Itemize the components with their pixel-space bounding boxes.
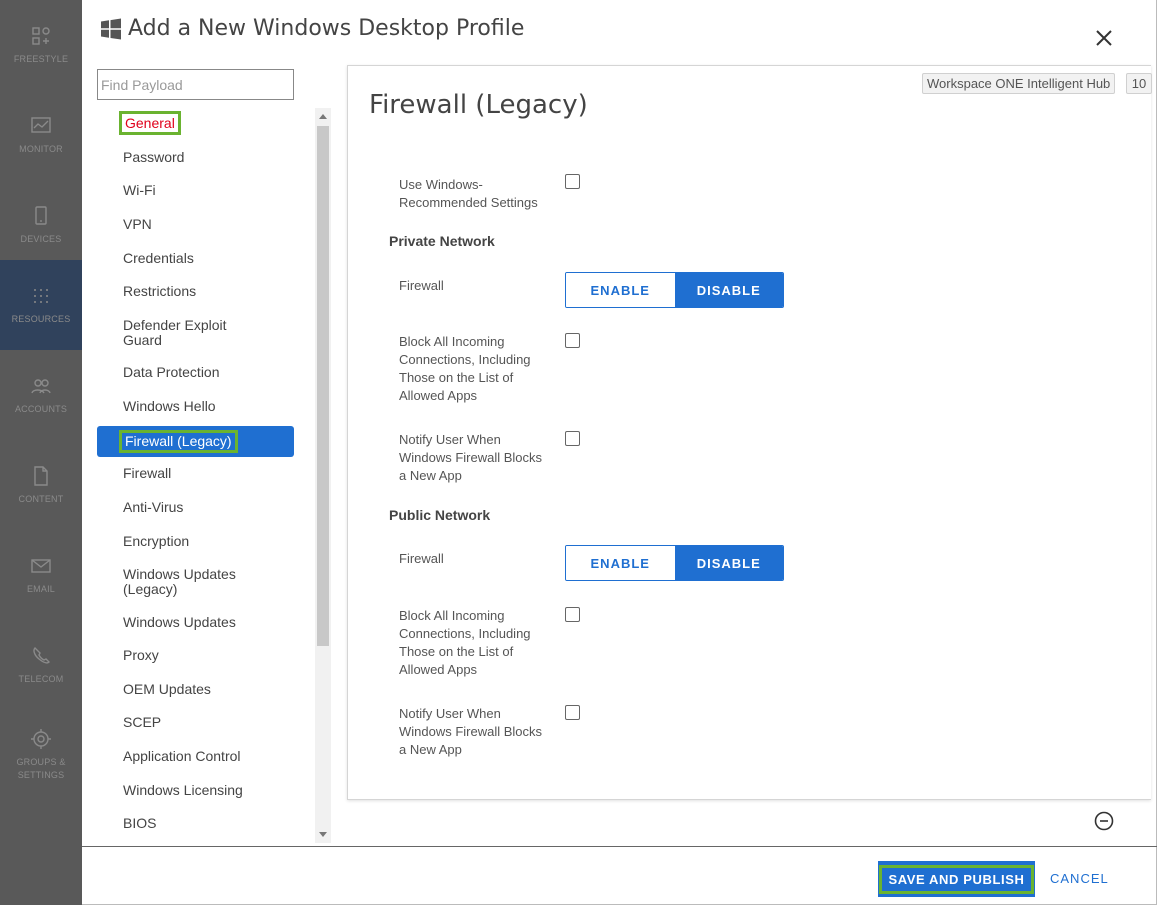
content-icon (30, 465, 52, 487)
rail-label: DEVICES (20, 233, 62, 244)
payload-item-wifi[interactable]: Wi-Fi (97, 183, 294, 198)
rail-item-groups-settings[interactable]: GROUPS & SETTINGS (0, 710, 82, 800)
rail-label: CONTENT (18, 493, 64, 504)
private-enable-button[interactable]: ENABLE (566, 273, 675, 307)
panel-title: Firewall (Legacy) (369, 90, 588, 120)
payload-item-general[interactable]: General (97, 111, 294, 135)
windows-logo-icon (101, 18, 121, 39)
public-disable-button[interactable]: DISABLE (674, 546, 783, 580)
save-and-publish-button[interactable]: SAVE AND PUBLISH (878, 861, 1035, 897)
email-icon (30, 555, 52, 577)
payload-item-proxy[interactable]: Proxy (97, 648, 294, 663)
payload-item-firewall-legacy[interactable]: Firewall (Legacy) (97, 426, 294, 457)
private-notify-checkbox[interactable] (565, 431, 580, 446)
public-enable-button[interactable]: ENABLE (566, 546, 675, 580)
payload-item-defender-exploit-guard[interactable]: Defender Exploit Guard (97, 318, 257, 348)
rail-label: TELECOM (18, 673, 64, 684)
rail-item-freestyle[interactable]: FREESTYLE (0, 0, 82, 90)
close-icon[interactable] (1092, 26, 1116, 50)
scroll-up-icon[interactable] (319, 114, 327, 119)
telecom-icon (30, 645, 52, 667)
public-notify-checkbox[interactable] (565, 705, 580, 720)
payload-item-scep[interactable]: SCEP (97, 715, 294, 730)
collapse-minus-icon[interactable] (1094, 811, 1114, 831)
private-block-label: Block All Incoming Connections, Includin… (399, 334, 531, 403)
public-firewall-toggle: ENABLE DISABLE (565, 545, 784, 581)
payload-item-windows-hello[interactable]: Windows Hello (97, 399, 294, 414)
rail-label: RESOURCES (11, 313, 71, 324)
freestyle-icon (30, 25, 52, 47)
rail-item-telecom[interactable]: TELECOM (0, 620, 82, 710)
public-firewall-label: Firewall (399, 551, 444, 566)
rail-label: FREESTYLE (13, 53, 69, 64)
payload-item-password[interactable]: Password (97, 150, 294, 165)
use-recommended-checkbox[interactable] (565, 174, 580, 189)
payload-item-bios[interactable]: BIOS (97, 816, 294, 831)
payload-item-windows-updates-legacy[interactable]: Windows Updates (Legacy) (97, 567, 247, 597)
find-payload-input[interactable] (97, 69, 294, 100)
devices-icon (30, 205, 52, 227)
resources-icon (30, 285, 52, 307)
public-block-label: Block All Incoming Connections, Includin… (399, 608, 531, 677)
accounts-icon (30, 375, 52, 397)
scroll-thumb[interactable] (317, 126, 329, 646)
payload-item-oem-updates[interactable]: OEM Updates (97, 682, 294, 697)
private-disable-button[interactable]: DISABLE (674, 273, 783, 307)
rail-label: GROUPS & SETTINGS (16, 757, 66, 780)
payload-list: General Password Wi-Fi VPN Credentials R… (97, 108, 294, 843)
payload-item-restrictions[interactable]: Restrictions (97, 284, 294, 299)
payload-item-anti-virus[interactable]: Anti-Virus (97, 500, 294, 515)
payload-item-windows-licensing[interactable]: Windows Licensing (97, 783, 294, 798)
payload-item-firewall[interactable]: Firewall (97, 466, 294, 481)
cancel-button[interactable]: CANCEL (1050, 871, 1109, 886)
footer-divider (82, 846, 1157, 847)
rail-label: EMAIL (26, 583, 55, 594)
rail-label: MONITOR (19, 143, 63, 154)
modal-title: Add a New Windows Desktop Profile (100, 16, 524, 41)
rail-label: ACCOUNTS (14, 403, 68, 414)
rail-item-accounts[interactable]: ACCOUNTS (0, 350, 82, 440)
payload-item-encryption[interactable]: Encryption (97, 534, 294, 549)
public-network-title: Public Network (389, 507, 491, 523)
version-badge: 10 (1126, 73, 1152, 94)
private-block-checkbox[interactable] (565, 333, 580, 348)
rail-item-email[interactable]: EMAIL (0, 530, 82, 620)
private-notify-label: Notify User When Windows Firewall Blocks… (399, 432, 543, 483)
payload-list-scrollbar[interactable] (315, 108, 331, 843)
private-network-title: Private Network (389, 233, 495, 249)
save-and-publish-label: SAVE AND PUBLISH (879, 864, 1034, 894)
rail-item-content[interactable]: CONTENT (0, 440, 82, 530)
hub-badge: Workspace ONE Intelligent Hub (922, 73, 1116, 94)
modal-title-text: Add a New Windows Desktop Profile (128, 16, 525, 41)
payload-item-credentials[interactable]: Credentials (97, 251, 294, 266)
rail-item-devices[interactable]: DEVICES (0, 180, 82, 270)
private-firewall-label: Firewall (399, 278, 444, 293)
payload-item-vpn[interactable]: VPN (97, 217, 294, 232)
left-nav-rail: FREESTYLE MONITOR DEVICES RESOURCES ACCO… (0, 0, 82, 905)
settings-icon (30, 728, 52, 750)
private-firewall-toggle: ENABLE DISABLE (565, 272, 784, 308)
rail-item-resources[interactable]: RESOURCES (0, 260, 82, 350)
payload-item-windows-updates[interactable]: Windows Updates (97, 615, 294, 630)
payload-item-application-control[interactable]: Application Control (97, 749, 294, 764)
payload-settings-panel: Firewall (Legacy) Workspace ONE Intellig… (347, 65, 1152, 800)
profile-modal: Add a New Windows Desktop Profile Genera… (82, 0, 1157, 905)
public-notify-label: Notify User When Windows Firewall Blocks… (399, 706, 543, 757)
use-recommended-label: Use Windows-Recommended Settings (399, 177, 538, 210)
rail-item-monitor[interactable]: MONITOR (0, 90, 82, 180)
public-block-checkbox[interactable] (565, 607, 580, 622)
payload-item-data-protection[interactable]: Data Protection (97, 365, 294, 380)
scroll-down-icon[interactable] (319, 832, 327, 837)
monitor-icon (30, 115, 52, 137)
